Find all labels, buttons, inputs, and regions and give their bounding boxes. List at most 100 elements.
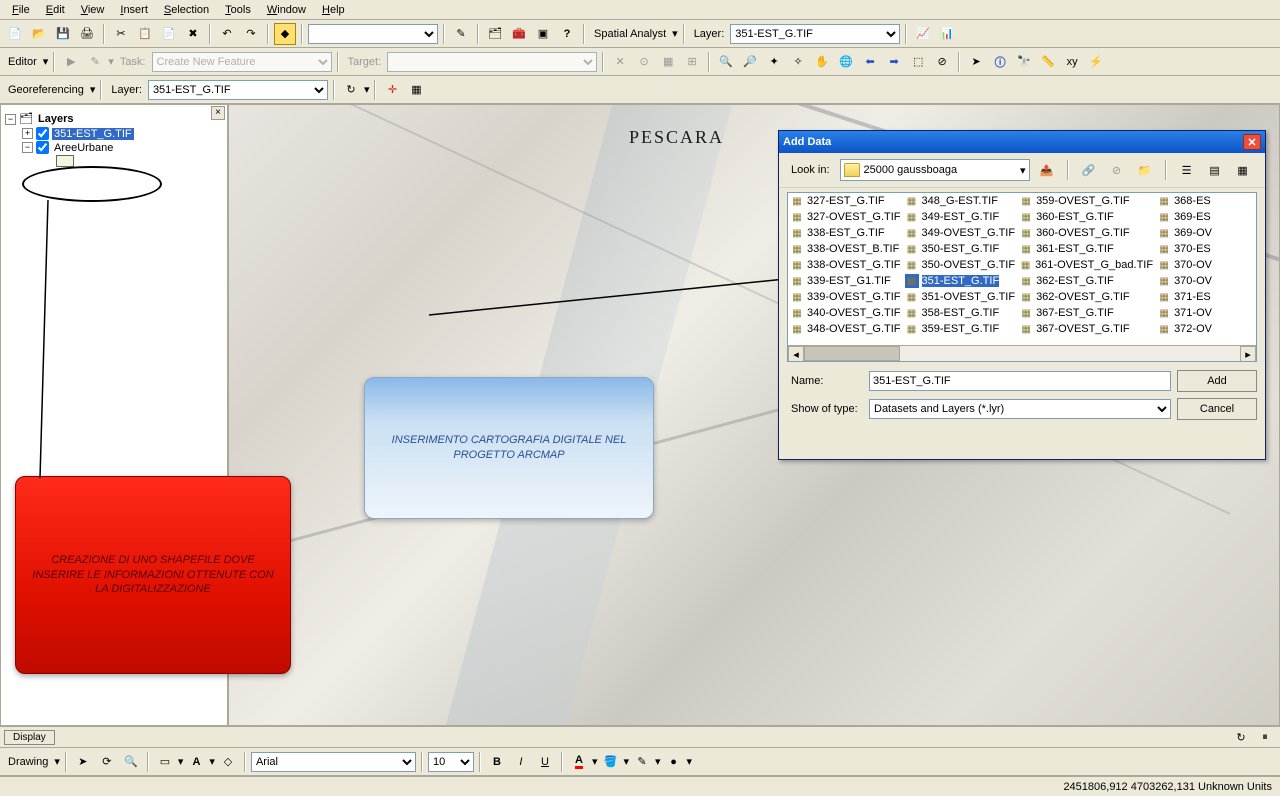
markercolor-icon[interactable]: ● (663, 751, 685, 773)
pointer-icon[interactable]: ➤ (965, 51, 987, 73)
layer1-check[interactable] (36, 127, 49, 140)
file-item[interactable]: ▦369-OV (1155, 225, 1256, 241)
back-icon[interactable]: ⬅ (859, 51, 881, 73)
bold-icon[interactable]: B (486, 751, 508, 773)
paste-icon[interactable]: 📄 (158, 23, 180, 45)
file-item[interactable]: ▦367-EST_G.TIF (1017, 305, 1155, 321)
font-select[interactable]: Arial (251, 752, 416, 772)
file-item[interactable]: ▦367-OVEST_G.TIF (1017, 321, 1155, 337)
fillcolor-icon[interactable]: 🪣 (599, 751, 621, 773)
add-data-icon[interactable]: ◆ (274, 23, 296, 45)
rect-icon[interactable]: ▭ (154, 751, 176, 773)
rotate-elem-icon[interactable]: ⟳ (96, 751, 118, 773)
georef-layer-select[interactable]: 351-EST_G.TIF (148, 80, 328, 100)
scroll-left-icon[interactable]: ◂ (788, 346, 804, 362)
collapse-icon-2[interactable]: − (22, 142, 33, 153)
file-item[interactable]: ▦349-OVEST_G.TIF (903, 225, 1018, 241)
file-item[interactable]: ▦358-EST_G.TIF (903, 305, 1018, 321)
menu-edit[interactable]: Edit (38, 2, 73, 18)
delete-icon[interactable]: ✖ (182, 23, 204, 45)
cut-icon[interactable]: ✂ (110, 23, 132, 45)
print-icon[interactable]: 🖨 (76, 23, 98, 45)
hyperlink-icon[interactable]: ⚡ (1085, 51, 1107, 73)
toolbox-icon[interactable]: 🧰 (508, 23, 530, 45)
scale-select[interactable] (308, 24, 438, 44)
save-icon[interactable]: 💾 (52, 23, 74, 45)
file-item[interactable]: ▦351-OVEST_G.TIF (903, 289, 1018, 305)
new-icon[interactable]: 📄 (4, 23, 26, 45)
measure-icon[interactable]: 📏 (1037, 51, 1059, 73)
redo-icon[interactable]: ↷ (240, 23, 262, 45)
undo-icon[interactable]: ↶ (216, 23, 238, 45)
select-elem-icon[interactable]: ➤ (72, 751, 94, 773)
menu-help[interactable]: Help (314, 2, 353, 18)
file-item[interactable]: ▦351-EST_G.TIF (903, 273, 1018, 289)
add-button[interactable]: Add (1177, 370, 1257, 392)
find-icon[interactable]: 🔭 (1013, 51, 1035, 73)
file-item[interactable]: ▦361-EST_G.TIF (1017, 241, 1155, 257)
file-item[interactable]: ▦360-EST_G.TIF (1017, 209, 1155, 225)
symbol-swatch[interactable] (56, 155, 74, 167)
tab-display[interactable]: Display (4, 730, 55, 745)
file-item[interactable]: ▦350-OVEST_G.TIF (903, 257, 1018, 273)
menu-view[interactable]: View (73, 2, 113, 18)
tree-symbol[interactable] (5, 155, 223, 167)
file-item[interactable]: ▦370-OV (1155, 273, 1256, 289)
edit-vertex-icon[interactable]: ◇ (217, 751, 239, 773)
scroll-thumb[interactable] (804, 346, 900, 361)
addcp-icon[interactable]: ✛ (381, 79, 403, 101)
globe-icon[interactable]: 🌐 (835, 51, 857, 73)
copy-icon[interactable]: 📋 (134, 23, 156, 45)
underline-icon[interactable]: U (534, 751, 556, 773)
file-item[interactable]: ▦350-EST_G.TIF (903, 241, 1018, 257)
menu-window[interactable]: Window (259, 2, 314, 18)
spatial-analyst-label[interactable]: Spatial Analyst (590, 28, 670, 40)
file-item[interactable]: ▦361-OVEST_G_bad.TIF (1017, 257, 1155, 273)
layer2-label[interactable]: AreeUrbane (52, 142, 115, 154)
lookin-select[interactable]: 25000 gaussboaga ▾ (840, 159, 1030, 181)
open-icon[interactable]: 📂 (28, 23, 50, 45)
italic-icon[interactable]: I (510, 751, 532, 773)
list-icon[interactable]: ☰ (1176, 159, 1198, 181)
text-icon[interactable]: A (185, 751, 207, 773)
size-select[interactable]: 10 (428, 752, 474, 772)
file-item[interactable]: ▦348_G-EST.TIF (903, 193, 1018, 209)
editor-menu[interactable]: Editor (4, 56, 41, 68)
fontcolor-icon[interactable]: A (568, 751, 590, 773)
fullext-icon[interactable]: ✦ (763, 51, 785, 73)
toc-close-icon[interactable]: × (211, 106, 225, 120)
menu-tools[interactable]: Tools (217, 2, 259, 18)
layer1-label[interactable]: 351-EST_G.TIF (52, 128, 134, 140)
collapse-icon[interactable]: − (5, 114, 16, 125)
file-item[interactable]: ▦371-OV (1155, 305, 1256, 321)
file-item[interactable]: ▦338-EST_G.TIF (788, 225, 903, 241)
fixedzoom-icon[interactable]: ✧ (787, 51, 809, 73)
tool-icon[interactable]: ✎ (450, 23, 472, 45)
name-input[interactable] (869, 371, 1171, 391)
select-icon[interactable]: ⬚ (907, 51, 929, 73)
scroll-right-icon[interactable]: ▸ (1240, 346, 1256, 362)
file-item[interactable]: ▦338-OVEST_B.TIF (788, 241, 903, 257)
help-icon[interactable]: ? (556, 23, 578, 45)
zoomin-icon[interactable]: 🔍 (715, 51, 737, 73)
file-item[interactable]: ▦372-OV (1155, 321, 1256, 337)
thumbs-icon[interactable]: ▦ (1232, 159, 1254, 181)
linktable-icon[interactable]: ▦ (405, 79, 427, 101)
rotate-icon[interactable]: ↻ (340, 79, 362, 101)
file-item[interactable]: ▦370-OV (1155, 257, 1256, 273)
cancel-button[interactable]: Cancel (1177, 398, 1257, 420)
up-icon[interactable]: 📤 (1036, 159, 1058, 181)
file-item[interactable]: ▦349-EST_G.TIF (903, 209, 1018, 225)
tree-root[interactable]: − 🗂 Layers (5, 112, 223, 126)
file-item[interactable]: ▦362-OVEST_G.TIF (1017, 289, 1155, 305)
file-scrollbar[interactable]: ◂ ▸ (788, 345, 1256, 361)
file-item[interactable]: ▦338-OVEST_G.TIF (788, 257, 903, 273)
file-item[interactable]: ▦369-ES (1155, 209, 1256, 225)
file-item[interactable]: ▦371-ES (1155, 289, 1256, 305)
file-item[interactable]: ▦339-EST_G1.TIF (788, 273, 903, 289)
sa-icon2[interactable]: 📊 (936, 23, 958, 45)
file-item[interactable]: ▦368-ES (1155, 193, 1256, 209)
menu-insert[interactable]: Insert (112, 2, 156, 18)
file-item[interactable]: ▦348-OVEST_G.TIF (788, 321, 903, 337)
file-item[interactable]: ▦362-EST_G.TIF (1017, 273, 1155, 289)
